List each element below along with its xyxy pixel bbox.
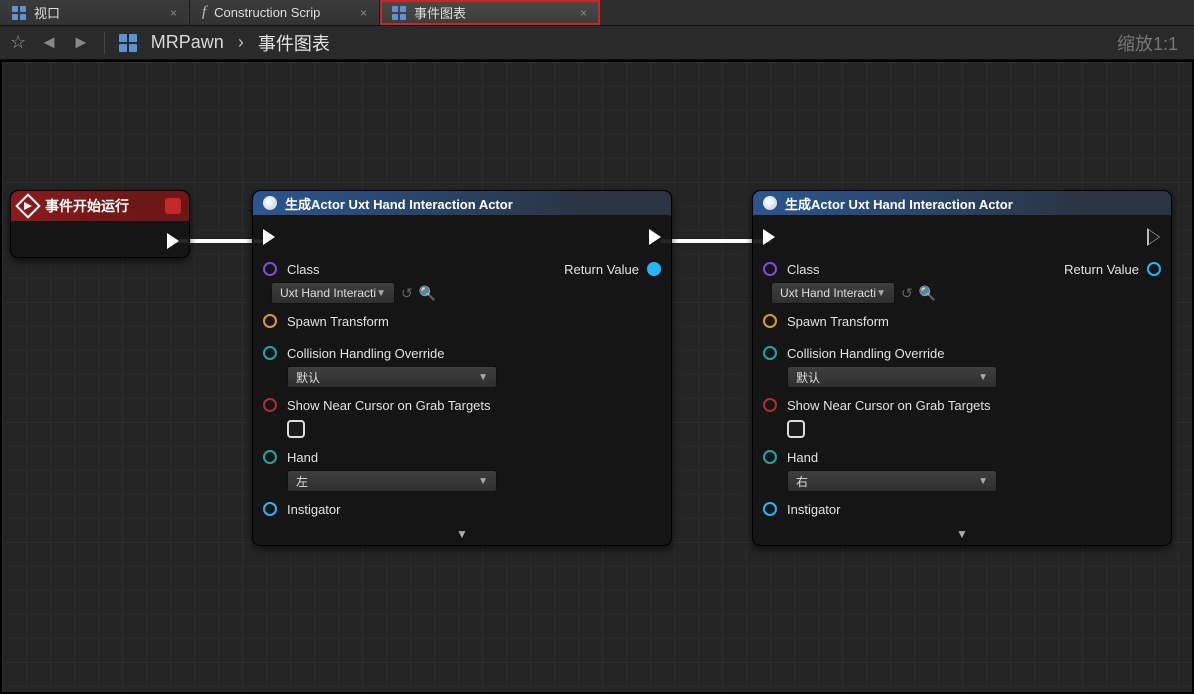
chevron-down-icon: ▼ bbox=[478, 476, 488, 487]
tab-close-icon[interactable]: × bbox=[580, 6, 587, 20]
hand-dropdown[interactable]: 左 ▼ bbox=[287, 470, 497, 492]
event-badge-icon bbox=[165, 198, 181, 214]
class-dropdown[interactable]: Uxt Hand Interacti ▼ bbox=[271, 282, 395, 304]
event-icon bbox=[15, 193, 40, 218]
class-pin[interactable] bbox=[263, 262, 277, 276]
class-pin[interactable] bbox=[763, 262, 777, 276]
pin-label: Instigator bbox=[287, 502, 340, 517]
node-event-beginplay[interactable]: 事件开始运行 bbox=[10, 190, 190, 258]
tab-event-graph[interactable]: 事件图表 × bbox=[380, 0, 600, 25]
tab-construction-script[interactable]: f Construction Scrip × bbox=[190, 0, 380, 25]
dropdown-value: 左 bbox=[296, 473, 308, 490]
instigator-pin[interactable] bbox=[763, 502, 777, 516]
pin-label: Spawn Transform bbox=[287, 314, 389, 329]
blueprint-icon bbox=[392, 6, 406, 20]
pin-label: Show Near Cursor on Grab Targets bbox=[287, 398, 491, 413]
node-title-label: 生成Actor Uxt Hand Interaction Actor bbox=[285, 194, 513, 213]
return-value-pin[interactable] bbox=[647, 262, 661, 276]
dropdown-value: Uxt Hand Interacti bbox=[780, 286, 876, 300]
graph-canvas[interactable]: 事件开始运行 生成Actor Uxt Hand Interaction Acto… bbox=[0, 60, 1194, 694]
dropdown-value: Uxt Hand Interacti bbox=[280, 286, 376, 300]
spawn-transform-pin[interactable] bbox=[763, 314, 777, 328]
hand-pin[interactable] bbox=[263, 450, 277, 464]
exec-in-pin[interactable] bbox=[263, 229, 275, 245]
collision-dropdown[interactable]: 默认 ▼ bbox=[787, 366, 997, 388]
dropdown-value: 默认 bbox=[296, 369, 320, 386]
pin-label: Instigator bbox=[787, 502, 840, 517]
tab-label: 视口 bbox=[34, 3, 60, 22]
node-spawn-actor-left[interactable]: 生成Actor Uxt Hand Interaction Actor Class… bbox=[252, 190, 672, 546]
exec-in-pin[interactable] bbox=[763, 229, 775, 245]
blueprint-icon bbox=[12, 6, 26, 20]
spawn-transform-pin[interactable] bbox=[263, 314, 277, 328]
exec-out-pin[interactable] bbox=[649, 229, 661, 245]
browse-icon[interactable]: 🔍 bbox=[419, 285, 436, 302]
chevron-down-icon: ▼ bbox=[376, 288, 386, 299]
return-value-pin[interactable] bbox=[1147, 262, 1161, 276]
expand-node-icon[interactable]: ▼ bbox=[763, 525, 1161, 541]
show-near-pin[interactable] bbox=[263, 398, 277, 412]
node-title: 事件开始运行 bbox=[11, 191, 189, 221]
pin-label: Spawn Transform bbox=[787, 314, 889, 329]
tab-close-icon[interactable]: × bbox=[360, 6, 367, 20]
tab-bar: 视口 × f Construction Scrip × 事件图表 × bbox=[0, 0, 1194, 26]
class-dropdown[interactable]: Uxt Hand Interacti ▼ bbox=[771, 282, 895, 304]
pin-label: Return Value bbox=[564, 262, 639, 277]
pin-label: Class bbox=[787, 262, 820, 277]
tab-close-icon[interactable]: × bbox=[170, 6, 177, 20]
expand-node-icon[interactable]: ▼ bbox=[263, 525, 661, 541]
pin-label: Show Near Cursor on Grab Targets bbox=[787, 398, 991, 413]
browse-icon[interactable]: 🔍 bbox=[919, 285, 936, 302]
tab-label: 事件图表 bbox=[414, 3, 466, 22]
zoom-level: 缩放1:1 bbox=[1117, 30, 1184, 56]
exec-out-pin[interactable] bbox=[167, 233, 179, 249]
breadcrumb-separator-icon: › bbox=[238, 32, 244, 53]
divider bbox=[104, 32, 105, 54]
node-spawn-actor-right[interactable]: 生成Actor Uxt Hand Interaction Actor Class… bbox=[752, 190, 1172, 546]
tab-label: Construction Scrip bbox=[214, 5, 320, 20]
favorite-star-icon[interactable]: ☆ bbox=[10, 32, 26, 53]
spawn-icon bbox=[263, 196, 277, 210]
node-title: 生成Actor Uxt Hand Interaction Actor bbox=[253, 191, 671, 215]
hand-dropdown[interactable]: 右 ▼ bbox=[787, 470, 997, 492]
show-near-checkbox[interactable] bbox=[287, 420, 305, 438]
toolbar: ☆ ◄ ► MRPawn › 事件图表 缩放1:1 bbox=[0, 26, 1194, 60]
reset-icon[interactable]: ↺ bbox=[901, 285, 913, 302]
function-icon: f bbox=[202, 4, 206, 21]
pin-label: Hand bbox=[787, 450, 818, 465]
nav-back-button[interactable]: ◄ bbox=[40, 32, 58, 53]
nav-forward-button[interactable]: ► bbox=[72, 32, 90, 53]
hand-pin[interactable] bbox=[763, 450, 777, 464]
chevron-down-icon: ▼ bbox=[978, 476, 988, 487]
dropdown-value: 默认 bbox=[796, 369, 820, 386]
node-title-label: 生成Actor Uxt Hand Interaction Actor bbox=[785, 194, 1013, 213]
show-near-checkbox[interactable] bbox=[787, 420, 805, 438]
blueprint-icon bbox=[119, 34, 137, 52]
pin-label: Collision Handling Override bbox=[787, 346, 945, 361]
breadcrumb-graph[interactable]: 事件图表 bbox=[258, 30, 330, 56]
reset-icon[interactable]: ↺ bbox=[401, 285, 413, 302]
pin-label: Class bbox=[287, 262, 320, 277]
exec-out-pin[interactable] bbox=[1149, 229, 1161, 245]
spawn-icon bbox=[763, 196, 777, 210]
node-title: 生成Actor Uxt Hand Interaction Actor bbox=[753, 191, 1171, 215]
breadcrumb-asset[interactable]: MRPawn bbox=[151, 32, 224, 53]
chevron-down-icon: ▼ bbox=[876, 288, 886, 299]
collision-dropdown[interactable]: 默认 ▼ bbox=[287, 366, 497, 388]
pin-label: Hand bbox=[287, 450, 318, 465]
dropdown-value: 右 bbox=[796, 473, 808, 490]
show-near-pin[interactable] bbox=[763, 398, 777, 412]
chevron-down-icon: ▼ bbox=[478, 372, 488, 383]
collision-pin[interactable] bbox=[263, 346, 277, 360]
chevron-down-icon: ▼ bbox=[978, 372, 988, 383]
collision-pin[interactable] bbox=[763, 346, 777, 360]
pin-label: Collision Handling Override bbox=[287, 346, 445, 361]
pin-label: Return Value bbox=[1064, 262, 1139, 277]
instigator-pin[interactable] bbox=[263, 502, 277, 516]
node-title-label: 事件开始运行 bbox=[45, 196, 129, 216]
tab-viewport[interactable]: 视口 × bbox=[0, 0, 190, 25]
